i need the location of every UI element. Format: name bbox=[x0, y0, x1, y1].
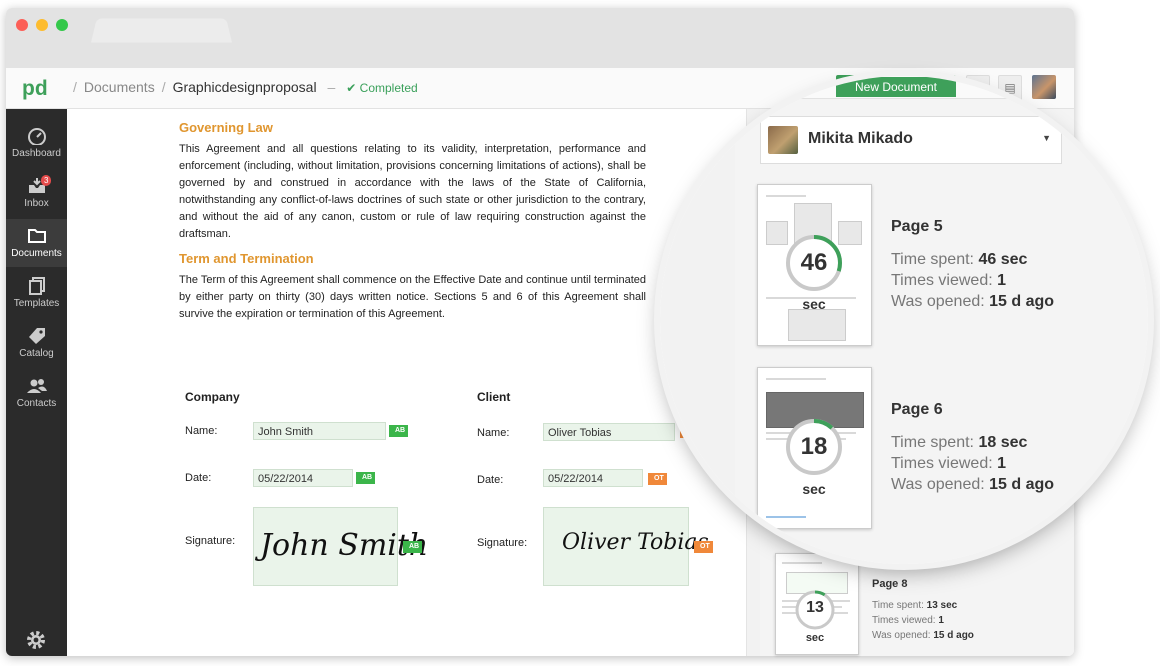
lens-new-document-button[interactable]: New Document bbox=[836, 77, 956, 97]
document-title: Graphicdesignproposal bbox=[172, 79, 317, 95]
seconds-value: 46 bbox=[800, 249, 828, 276]
user-photo bbox=[768, 126, 798, 154]
section-heading-governing-law: Governing Law bbox=[179, 120, 273, 135]
page-title: Page 5 bbox=[891, 218, 943, 235]
close-window-button[interactable] bbox=[16, 19, 28, 31]
gear-icon[interactable] bbox=[25, 629, 47, 651]
sidebar-item-templates[interactable]: Templates bbox=[6, 269, 67, 317]
company-signature-box[interactable]: John Smith bbox=[253, 507, 428, 586]
breadcrumb-separator: / bbox=[73, 79, 77, 95]
times-viewed-label: Times viewed: bbox=[872, 615, 936, 626]
sidebar-item-catalog[interactable]: Catalog bbox=[6, 319, 67, 367]
client-date-field[interactable]: 05/22/2014 bbox=[543, 469, 643, 487]
seconds-unit: sec bbox=[802, 481, 826, 497]
signer-tag-ab: AB bbox=[403, 541, 423, 553]
term-text: The Term of this Agreement shall commenc… bbox=[179, 274, 646, 320]
times-viewed-value: 1 bbox=[997, 272, 1007, 289]
company-date-field[interactable]: 05/22/2014 bbox=[253, 469, 353, 487]
sidebar-item-label: Catalog bbox=[19, 348, 54, 359]
time-spent-label: Time spent: bbox=[891, 251, 974, 268]
browser-tab[interactable] bbox=[91, 18, 232, 43]
sidebar: Dashboard 3 Inbox Documents Templates Ca… bbox=[6, 109, 67, 656]
lens-scrollbar-area bbox=[660, 76, 735, 564]
magnifier-lens: New Document Mikita Mikado ▼ 46 sec Page… bbox=[660, 76, 1148, 564]
breadcrumb-dash: – bbox=[327, 79, 336, 95]
company-signature-label: Signature: bbox=[185, 535, 236, 547]
page-stats-8: Page 8 Time spent: 13 sec Times viewed: … bbox=[872, 575, 974, 643]
sidebar-item-label: Templates bbox=[13, 298, 60, 309]
sidebar-item-inbox[interactable]: 3 Inbox bbox=[6, 169, 67, 217]
folder-icon bbox=[27, 229, 46, 243]
seconds-value: 13 bbox=[806, 599, 824, 616]
dashboard-icon bbox=[27, 128, 46, 145]
company-name-field[interactable]: John Smith bbox=[253, 422, 386, 440]
sidebar-item-dashboard[interactable]: Dashboard bbox=[6, 119, 67, 167]
breadcrumb-separator: / bbox=[161, 79, 166, 95]
time-spent-label: Time spent: bbox=[891, 434, 974, 451]
status-text: Completed bbox=[359, 81, 418, 95]
inbox-count-badge: 3 bbox=[41, 175, 52, 186]
was-opened-label: Was opened: bbox=[891, 476, 985, 493]
section-heading-term: Term and Termination bbox=[179, 251, 314, 266]
checkmark-icon: ✔ bbox=[346, 81, 357, 95]
user-selector[interactable]: Mikita Mikado ▼ bbox=[760, 116, 1062, 164]
time-spent-value: 13 sec bbox=[926, 600, 958, 611]
user-name: Mikita Mikado bbox=[808, 130, 913, 147]
sidebar-item-label: Documents bbox=[11, 248, 62, 259]
was-opened-value: 15 d ago bbox=[989, 293, 1055, 310]
signer-tag-ab: AB bbox=[389, 425, 409, 437]
signer-tag-ab: AB bbox=[356, 472, 376, 484]
tag-icon bbox=[28, 328, 45, 344]
seconds-unit: sec bbox=[802, 296, 826, 312]
breadcrumb-documents-link[interactable]: Documents bbox=[84, 79, 155, 95]
company-name-label: Name: bbox=[185, 425, 218, 437]
seconds-value: 18 bbox=[800, 433, 828, 460]
client-heading: Client bbox=[477, 390, 511, 404]
times-viewed-value: 1 bbox=[997, 455, 1007, 472]
browser-titlebar bbox=[6, 8, 1074, 68]
was-opened-label: Was opened: bbox=[891, 293, 985, 310]
pandadoc-logo[interactable]: pd bbox=[22, 76, 48, 100]
time-spent-value: 18 sec bbox=[978, 434, 1028, 451]
times-viewed-label: Times viewed: bbox=[891, 455, 993, 472]
time-spent-value: 46 sec bbox=[978, 251, 1028, 268]
minimize-window-button[interactable] bbox=[36, 19, 48, 31]
times-viewed-value: 1 bbox=[938, 615, 944, 626]
was-opened-value: 15 d ago bbox=[933, 630, 974, 641]
sidebar-item-label: Dashboard bbox=[12, 148, 61, 159]
page-stats-6: Page 6 Time spent: 18 sec Times viewed: … bbox=[891, 399, 1054, 495]
seconds-unit: sec bbox=[805, 632, 825, 644]
client-name-label: Name: bbox=[477, 427, 510, 439]
client-name-field[interactable]: Oliver Tobias bbox=[543, 423, 675, 441]
client-date-label: Date: bbox=[477, 474, 504, 486]
status-badge: ✔ Completed bbox=[346, 81, 417, 95]
sidebar-item-contacts[interactable]: Contacts bbox=[6, 369, 67, 417]
times-viewed-label: Times viewed: bbox=[891, 272, 993, 289]
page-stats-5: Page 5 Time spent: 46 sec Times viewed: … bbox=[891, 216, 1054, 312]
company-heading: Company bbox=[185, 390, 240, 404]
templates-icon bbox=[28, 277, 45, 295]
was-opened-label: Was opened: bbox=[872, 630, 931, 641]
company-date-label: Date: bbox=[185, 472, 212, 484]
sidebar-item-documents[interactable]: Documents bbox=[6, 219, 67, 267]
page-title: Page 8 bbox=[872, 578, 908, 590]
chevron-down-icon[interactable]: ▼ bbox=[1042, 133, 1051, 143]
client-signature-label: Signature: bbox=[477, 537, 528, 549]
svg-text:pd: pd bbox=[22, 77, 48, 100]
governing-law-text: This Agreement and all questions relatin… bbox=[179, 143, 646, 240]
page-title: Page 6 bbox=[891, 401, 943, 418]
breadcrumb: / Documents / Graphicdesignproposal – ✔ Comp… bbox=[66, 79, 418, 95]
maximize-window-button[interactable] bbox=[56, 19, 68, 31]
time-spent-label: Time spent: bbox=[872, 600, 924, 611]
sidebar-item-label: Inbox bbox=[24, 198, 49, 209]
contacts-icon bbox=[26, 379, 47, 393]
was-opened-value: 15 d ago bbox=[989, 476, 1055, 493]
sidebar-item-label: Contacts bbox=[16, 398, 57, 409]
